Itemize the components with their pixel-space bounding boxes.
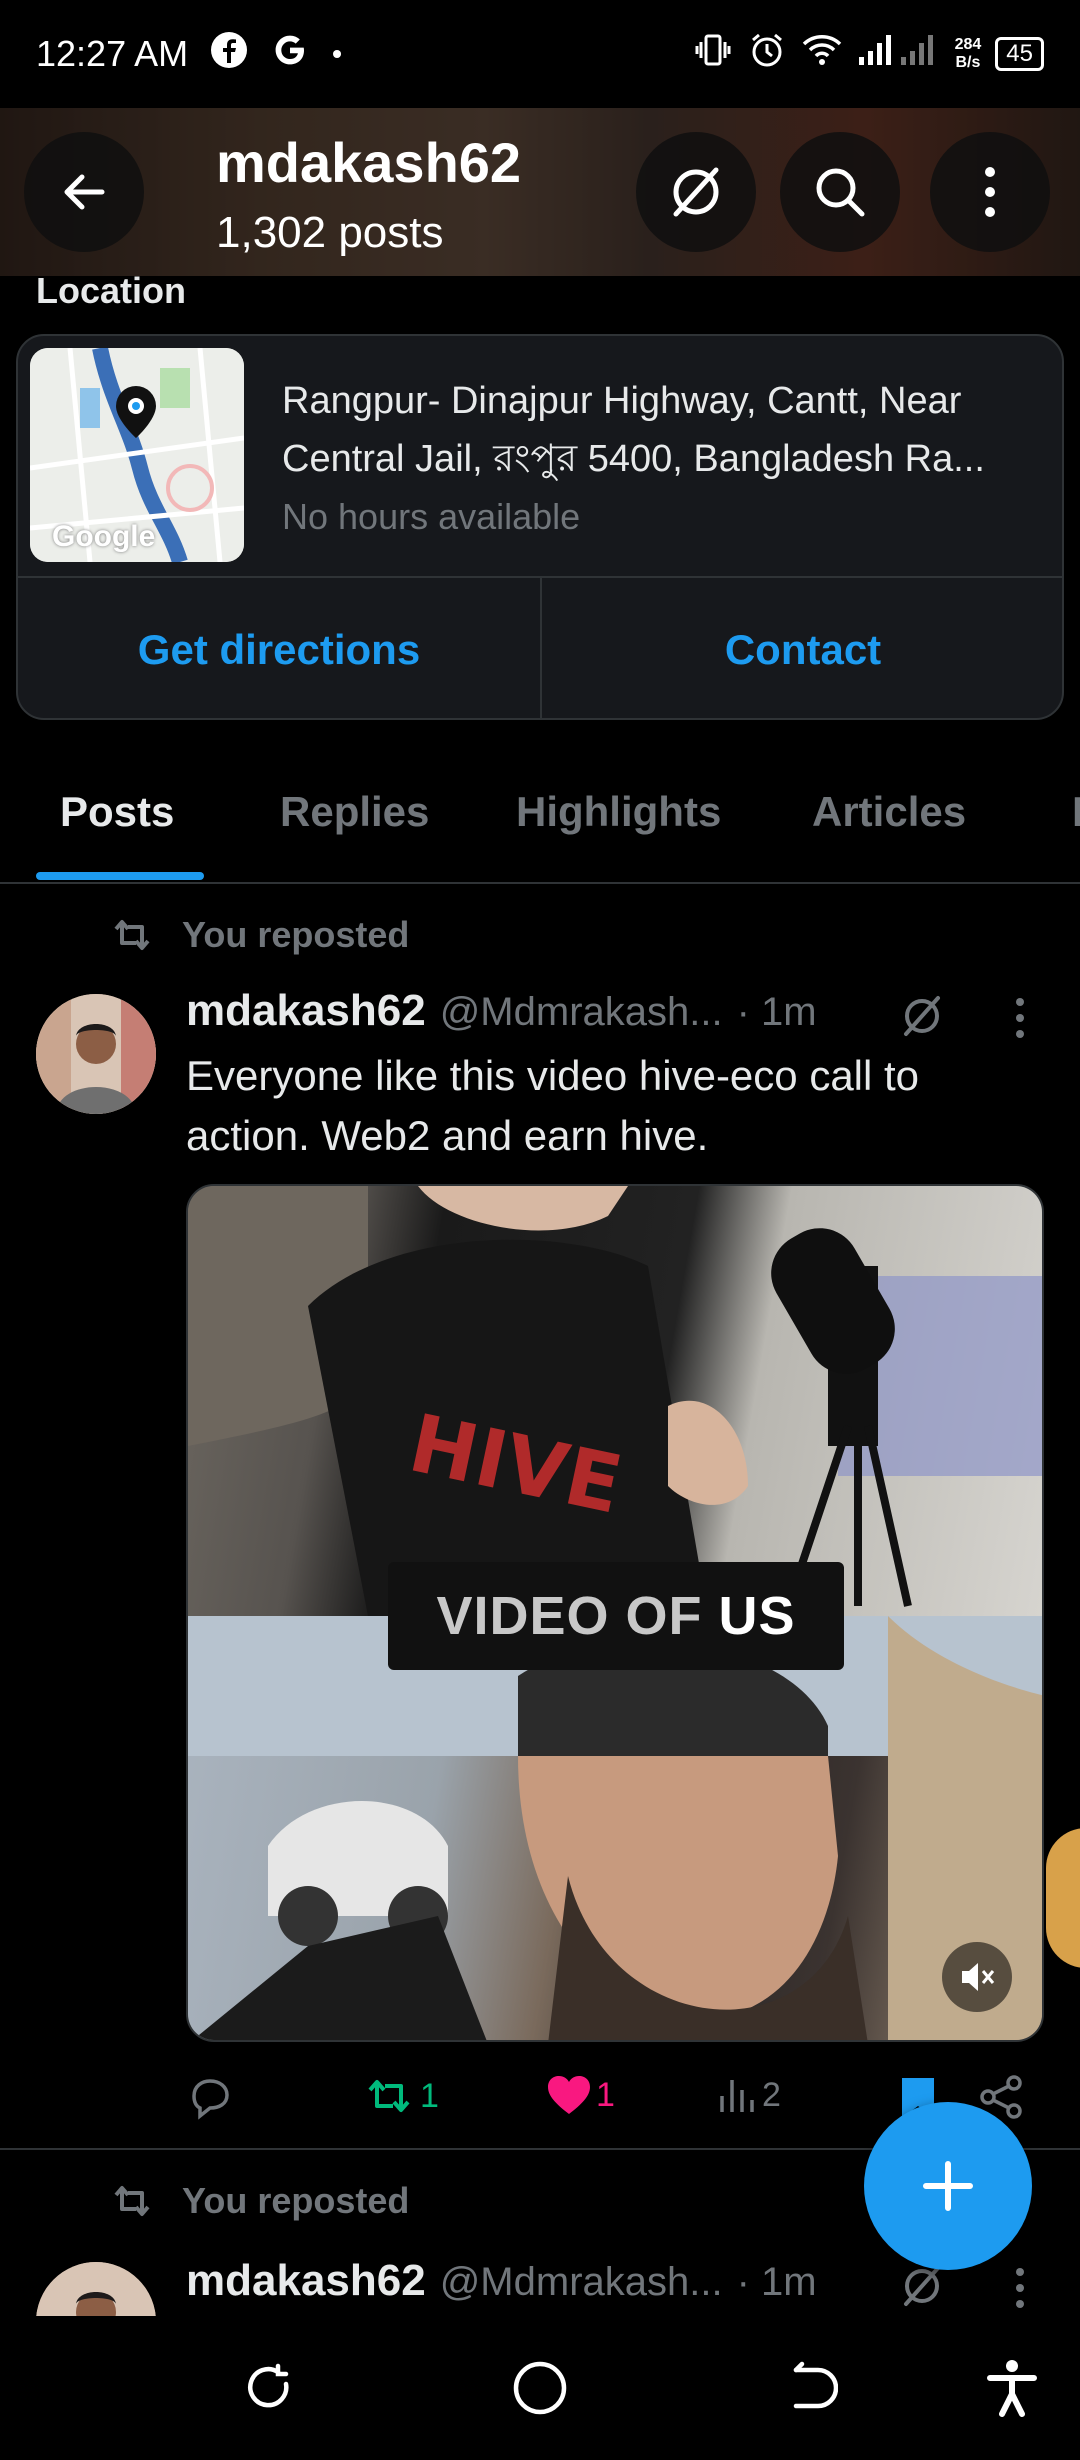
signal-icon <box>857 33 941 75</box>
back-arrow-icon <box>64 174 105 210</box>
repost-icon <box>368 2080 410 2112</box>
post-author-handle[interactable]: @Mdmrakash... <box>440 990 723 1035</box>
repost-button[interactable]: 1 <box>362 2074 439 2118</box>
post-count: 1,302 posts <box>216 208 444 257</box>
map-thumbnail[interactable]: Google <box>30 348 244 562</box>
profile-tabs: Posts Replies Highlights Articles M <box>0 740 1080 884</box>
location-card: Google Rangpur- Dinajpur Highway, Cantt,… <box>16 334 1064 720</box>
bar-chart-icon <box>720 2080 754 2112</box>
back-nav-button[interactable] <box>774 2352 846 2424</box>
tab-media[interactable]: M <box>1072 788 1080 836</box>
more-vertical-icon[interactable] <box>1004 2266 1036 2310</box>
mute-button[interactable] <box>942 1942 1012 2012</box>
location-hours: No hours available <box>282 496 581 537</box>
home-circle-icon <box>513 2361 567 2415</box>
get-directions-button[interactable]: Get directions <box>18 578 540 718</box>
search-button[interactable] <box>780 132 900 252</box>
avatar[interactable] <box>36 994 156 1114</box>
reply-icon <box>192 2079 229 2120</box>
system-navigation-bar <box>0 2316 1080 2460</box>
google-icon <box>270 30 310 79</box>
more-vertical-icon[interactable] <box>1004 996 1036 1040</box>
translate-bubble[interactable] <box>1046 1828 1080 1968</box>
tab-replies[interactable]: Replies <box>280 788 429 836</box>
plus-icon <box>923 2161 973 2211</box>
views-button[interactable]: 2 <box>716 2074 781 2116</box>
post-video[interactable]: HIVE VIDEO OF US <box>186 1184 1044 2042</box>
post-text: Everyone like this video hive-eco call t… <box>186 1052 920 1159</box>
post-author-name[interactable]: mdakash62 <box>186 986 426 1036</box>
grok-icon <box>673 167 719 217</box>
header-title: mdakash62 <box>216 131 522 194</box>
battery-indicator: 45 <box>995 37 1044 71</box>
repost-icon <box>114 920 150 950</box>
more-options-button[interactable] <box>930 132 1050 252</box>
post-timestamp: · 1m <box>736 990 817 1034</box>
post-timestamp: · 1m <box>736 2260 817 2304</box>
grok-icon[interactable] <box>896 990 948 1042</box>
back-button[interactable] <box>24 132 144 252</box>
status-time: 12:27 AM <box>36 33 189 74</box>
recents-icon <box>248 2363 289 2408</box>
tab-articles[interactable]: Articles <box>812 788 966 836</box>
post-author-name[interactable]: mdakash62 <box>186 2256 426 2306</box>
repost-indicator: You reposted <box>108 914 409 956</box>
contact-button[interactable]: Contact <box>542 578 1062 718</box>
video-caption-overlay: VIDEO OF US <box>388 1562 844 1670</box>
alarm-icon <box>747 30 787 78</box>
recent-apps-button[interactable] <box>234 2352 306 2424</box>
back-nav-icon <box>793 2361 838 2409</box>
active-tab-indicator <box>36 872 204 880</box>
location-address: Rangpur- Dinajpur Highway, Cantt, Near C… <box>282 380 985 480</box>
compose-post-button[interactable] <box>864 2102 1032 2270</box>
map-brand-label: Google <box>52 520 156 553</box>
repost-icon <box>114 2186 150 2216</box>
post-author-handle[interactable]: @Mdmrakash... <box>440 2260 723 2305</box>
tab-highlights[interactable]: Highlights <box>516 788 721 836</box>
vibrate-icon <box>693 30 733 78</box>
network-speed: 284 B/s <box>954 36 982 71</box>
status-bar: 12:27 AM • 284 B/s 45 <box>0 0 1080 108</box>
like-button[interactable]: 1 <box>546 2074 615 2116</box>
location-label: Location <box>36 270 186 311</box>
dot-icon: • <box>332 38 342 69</box>
repost-indicator: You reposted <box>108 2180 409 2222</box>
heart-icon <box>548 2076 590 2114</box>
tab-posts[interactable]: Posts <box>60 788 174 836</box>
wifi-icon <box>801 32 843 76</box>
grok-button[interactable] <box>636 132 756 252</box>
search-icon <box>816 168 865 217</box>
more-vertical-icon <box>985 167 995 217</box>
speaker-muted-icon <box>962 1963 995 1991</box>
accessibility-icon <box>987 2360 1037 2417</box>
avatar[interactable] <box>36 2262 156 2316</box>
reply-button[interactable] <box>186 2074 234 2122</box>
home-button[interactable] <box>504 2352 576 2424</box>
profile-header: mdakash62 1,302 posts <box>0 108 1080 276</box>
facebook-icon <box>210 31 248 78</box>
accessibility-button[interactable] <box>976 2352 1048 2424</box>
